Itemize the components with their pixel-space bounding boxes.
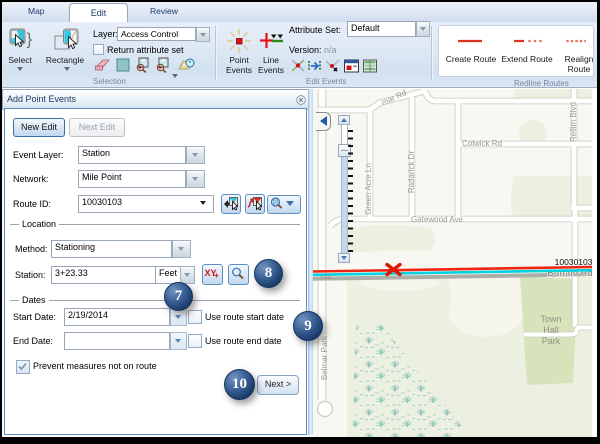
- svg-text:+: +: [138, 65, 142, 72]
- svg-text:Colwick Rd: Colwick Rd: [462, 139, 502, 148]
- svg-text:Gatewood Ave: Gatewood Ave: [411, 215, 463, 224]
- svg-text:Radarick Dr: Radarick Dr: [407, 151, 416, 194]
- svg-text:Rellim Blvd: Rellim Blvd: [569, 102, 578, 142]
- svg-text:+: +: [158, 65, 162, 72]
- svg-text:Belmar Park: Belmar Park: [320, 335, 329, 380]
- svg-text:}: }: [27, 30, 33, 49]
- svg-text:+33: +33: [320, 274, 331, 281]
- svg-text:Green Acre Ln: Green Acre Ln: [364, 163, 373, 215]
- svg-text:Town: Town: [540, 314, 561, 324]
- svg-text:Hall: Hall: [543, 325, 559, 335]
- svg-text:10030103: 10030103: [555, 257, 592, 267]
- svg-text:Park: Park: [542, 336, 561, 346]
- svg-text:mar Rd: mar Rd: [380, 89, 408, 107]
